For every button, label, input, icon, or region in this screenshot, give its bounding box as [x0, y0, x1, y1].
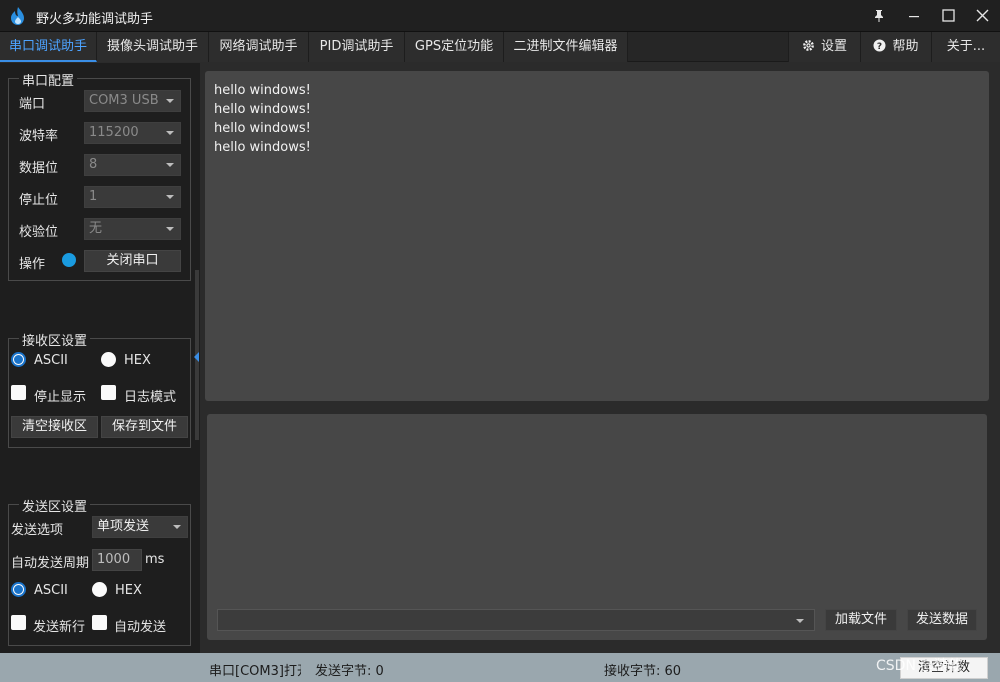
log-mode-checkbox[interactable]	[101, 385, 116, 400]
tab-camera-assistant[interactable]: 摄像头调试助手	[97, 32, 209, 62]
serial-config-title: 串口配置	[19, 70, 78, 89]
receive-line: hello windows!	[214, 102, 311, 117]
chevron-down-icon	[166, 227, 174, 231]
receive-line: hello windows!	[214, 140, 311, 155]
recv-hex-radio[interactable]	[101, 352, 116, 367]
auto-send-checkbox[interactable]	[92, 615, 107, 630]
title-bar: 野火多功能调试助手	[0, 0, 1000, 32]
databits-label: 数据位	[19, 161, 59, 176]
sent-bytes-text: 发送字节: 0	[315, 664, 384, 679]
port-value: COM3 USB	[89, 93, 159, 108]
tab-pid-assistant[interactable]: PID调试助手	[309, 32, 405, 62]
save-to-file-button[interactable]: 保存到文件	[101, 416, 188, 438]
databits-value: 8	[89, 157, 98, 172]
send-data-button[interactable]: 发送数据	[907, 609, 977, 631]
receive-text-area[interactable]: hello windows! hello windows! hello wind…	[205, 71, 989, 401]
recv-ascii-radio[interactable]	[11, 352, 26, 367]
close-icon[interactable]	[965, 0, 999, 32]
close-port-button[interactable]: 关闭串口	[84, 250, 181, 272]
auto-period-unit: ms	[145, 552, 165, 567]
stopbits-select[interactable]: 1	[84, 186, 181, 208]
recv-hex-label: HEX	[124, 353, 151, 368]
send-ascii-radio[interactable]	[11, 582, 26, 597]
window-title: 野火多功能调试助手	[36, 12, 154, 27]
send-text-area[interactable]	[207, 414, 987, 640]
tab-gps[interactable]: GPS定位功能	[405, 32, 504, 62]
clear-receive-button[interactable]: 清空接收区	[11, 416, 98, 438]
port-select[interactable]: COM3 USB	[84, 90, 181, 112]
send-option-label: 发送选项	[11, 523, 64, 538]
tab-network-assistant[interactable]: 网络调试助手	[209, 32, 309, 62]
maximize-icon[interactable]	[931, 0, 965, 32]
pin-icon[interactable]	[862, 0, 896, 32]
send-hex-label: HEX	[115, 583, 142, 598]
baud-select[interactable]: 115200	[84, 122, 181, 144]
flame-logo-icon	[11, 7, 24, 25]
operation-label: 操作	[19, 257, 46, 272]
parity-label: 校验位	[19, 225, 59, 240]
stopbits-label: 停止位	[19, 193, 59, 208]
watermark-text: CSDN @猿软	[876, 658, 963, 674]
load-file-button[interactable]: 加载文件	[825, 609, 897, 631]
question-icon: ?	[873, 39, 886, 52]
port-status-indicator	[62, 253, 76, 267]
chevron-down-icon	[166, 163, 174, 167]
chevron-down-icon	[796, 619, 804, 623]
help-button[interactable]: ? 帮助	[860, 32, 931, 62]
auto-period-input[interactable]: 1000	[92, 549, 142, 571]
tab-bar: 串口调试助手 摄像头调试助手 网络调试助手 PID调试助手 GPS定位功能 二进…	[0, 32, 1000, 62]
stopbits-value: 1	[89, 189, 98, 204]
receive-settings-title: 接收区设置	[19, 330, 91, 349]
help-label: 帮助	[892, 39, 919, 54]
receive-line: hello windows!	[214, 83, 311, 98]
stop-display-label: 停止显示	[34, 390, 87, 405]
send-ascii-label: ASCII	[34, 583, 68, 598]
svg-text:?: ?	[877, 42, 882, 52]
tab-serial-assistant[interactable]: 串口调试助手	[0, 32, 97, 62]
databits-select[interactable]: 8	[84, 154, 181, 176]
send-option-value: 单项发送	[97, 519, 150, 534]
send-newline-label: 发送新行	[33, 620, 86, 635]
port-label: 端口	[19, 97, 46, 112]
chevron-down-icon	[173, 525, 181, 529]
chevron-down-icon	[166, 99, 174, 103]
gear-icon	[803, 40, 814, 51]
chevron-down-icon	[166, 195, 174, 199]
chevron-down-icon	[166, 131, 174, 135]
send-newline-checkbox[interactable]	[11, 615, 26, 630]
send-option-select[interactable]: 单项发送	[92, 516, 188, 538]
tab-binary-editor[interactable]: 二进制文件编辑器	[504, 32, 628, 62]
receive-line: hello windows!	[214, 121, 311, 136]
send-settings-title: 发送区设置	[19, 496, 91, 515]
stop-display-checkbox[interactable]	[11, 385, 26, 400]
about-button[interactable]: 关于...	[931, 32, 1000, 62]
parity-value: 无	[89, 221, 103, 236]
send-hex-radio[interactable]	[92, 582, 107, 597]
auto-send-label: 自动发送	[114, 620, 167, 635]
parity-select[interactable]: 无	[84, 218, 181, 240]
port-status-text: 串口[COM3]打开	[209, 664, 301, 679]
baud-label: 波特率	[19, 129, 59, 144]
baud-value: 115200	[89, 125, 139, 140]
auto-period-label: 自动发送周期	[11, 556, 90, 571]
recv-ascii-label: ASCII	[34, 353, 68, 368]
collapse-arrow-icon[interactable]	[194, 352, 199, 362]
received-bytes-text: 接收字节: 60	[604, 664, 682, 679]
settings-button[interactable]: 设置	[788, 32, 860, 62]
status-bar: 串口[COM3]打开 发送字节: 0 接收字节: 60	[0, 653, 1000, 682]
minimize-icon[interactable]	[897, 0, 931, 32]
send-history-select[interactable]	[217, 609, 815, 631]
log-mode-label: 日志模式	[124, 390, 177, 405]
settings-label: 设置	[820, 39, 847, 54]
